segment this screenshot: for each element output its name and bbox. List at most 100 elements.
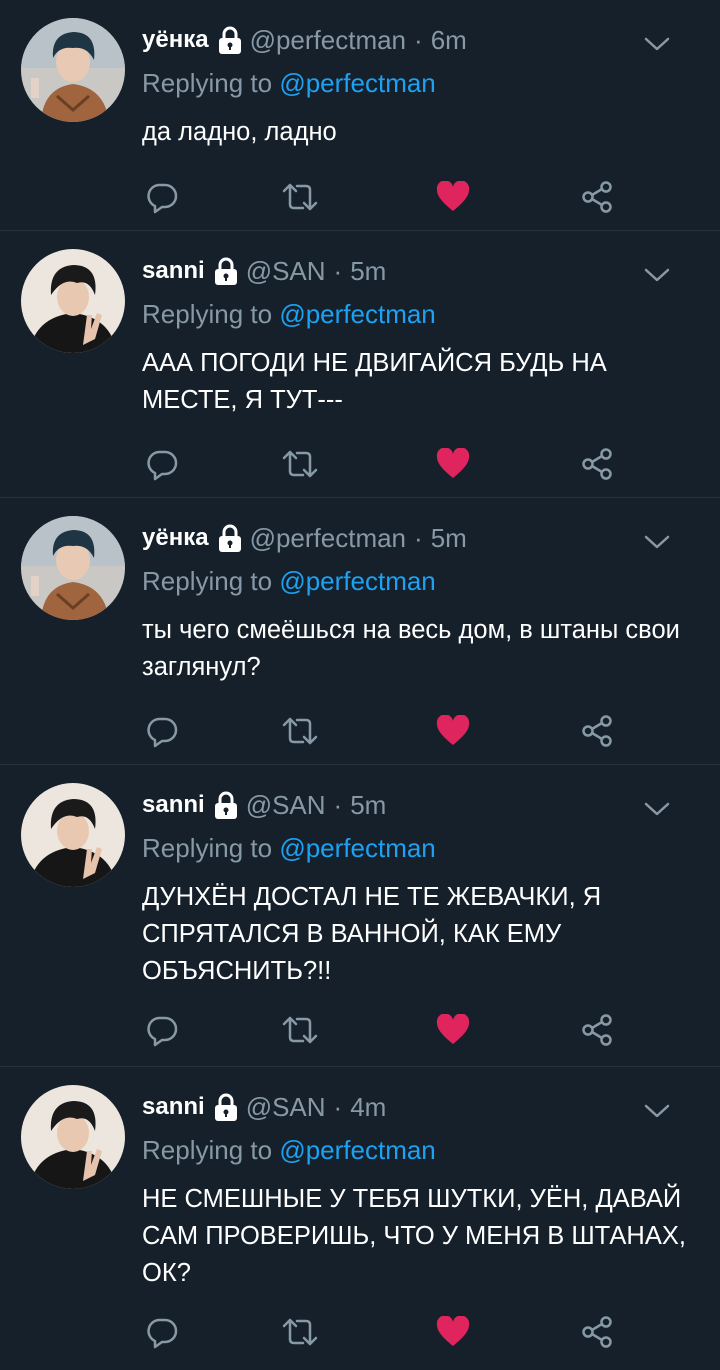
retweet-button[interactable] [280,444,320,484]
retweet-icon [282,1318,318,1346]
display-name[interactable]: sanni [142,257,205,285]
display-name[interactable]: sanni [142,1093,205,1121]
separator-dot: · [333,789,343,820]
reply-button[interactable] [142,444,182,484]
tweet-actions [140,177,640,217]
tweet-actions [140,444,640,484]
lock-icon [214,1093,237,1121]
replying-to-label: Replying to [142,566,273,596]
tweet-header: уёнка @perfectman · 6m [142,22,467,58]
share-icon [582,181,612,213]
replying-to: Replying to @perfectman [142,1135,436,1166]
avatar[interactable] [21,516,125,620]
display-name[interactable]: уёнка [142,26,209,54]
like-button[interactable] [433,1010,473,1050]
share-icon [582,1014,612,1046]
retweet-icon [282,1016,318,1044]
timestamp[interactable]: 5m [350,790,386,821]
retweet-button[interactable] [280,1010,320,1050]
retweet-button[interactable] [280,177,320,217]
chevron-down-icon[interactable] [644,36,670,52]
tweet-text: ДУНХЁН ДОСТАЛ НЕ ТЕ ЖЕВАЧКИ, Я СПРЯТАЛСЯ… [142,883,602,985]
reply-button[interactable] [142,711,182,751]
tweet-text: ты чего смеёшься на весь дом, в штаны св… [142,616,680,681]
retweet-button[interactable] [280,711,320,751]
tweet-header: sanni @SAN · 4m [142,1089,386,1125]
tweet-header: sanni @SAN · 5m [142,253,386,289]
replying-to-link[interactable]: @perfectman [279,68,435,98]
handle[interactable]: @SAN [246,1092,326,1123]
retweet-icon [282,717,318,745]
lock-icon [218,524,241,552]
retweet-icon [282,183,318,211]
avatar[interactable] [21,249,125,353]
handle[interactable]: @perfectman [250,523,406,554]
timestamp[interactable]: 5m [431,523,467,554]
separator-dot: · [333,255,343,286]
timestamp[interactable]: 5m [350,256,386,287]
reply-icon [147,717,178,748]
reply-icon [147,1318,178,1349]
share-button[interactable] [577,444,617,484]
timestamp[interactable]: 6m [431,25,467,56]
chevron-down-icon[interactable] [644,534,670,550]
like-button[interactable] [433,1312,473,1352]
display-name[interactable]: уёнка [142,524,209,552]
retweet-button[interactable] [280,1312,320,1352]
replying-to-label: Replying to [142,833,273,863]
share-button[interactable] [577,1010,617,1050]
avatar[interactable] [21,783,125,887]
tweet-header: sanni @SAN · 5m [142,787,386,823]
share-button[interactable] [577,1312,617,1352]
lock-icon [214,257,237,285]
share-icon [582,1316,612,1348]
share-button[interactable] [577,711,617,751]
replying-to-link[interactable]: @perfectman [279,833,435,863]
replying-to-link[interactable]: @perfectman [279,566,435,596]
share-icon [582,448,612,480]
retweet-icon [282,450,318,478]
lock-icon [218,26,241,54]
tweet[interactable]: sanni @SAN · 5m Replying to @perfectman … [0,765,720,1067]
separator-dot: · [414,24,423,55]
tweet-actions [140,1312,640,1352]
tweet[interactable]: sanni @SAN · 5m Replying to @perfectman … [0,231,720,498]
heart-icon [436,1014,470,1044]
tweet-actions [140,711,640,751]
heart-icon [436,1316,470,1346]
handle[interactable]: @SAN [246,256,326,287]
tweet-text: НЕ СМЕШНЫЕ У ТЕБЯ ШУТКИ, УЁН, ДАВАЙ САМ … [142,1185,686,1287]
lock-icon [214,791,237,819]
tweet[interactable]: уёнка @perfectman · 6m Replying to @perf… [0,0,720,231]
timeline: уёнка @perfectman · 6m Replying to @perf… [0,0,720,1370]
replying-to-link[interactable]: @perfectman [279,299,435,329]
like-button[interactable] [433,711,473,751]
heart-icon [436,448,470,478]
timestamp[interactable]: 4m [350,1092,386,1123]
share-button[interactable] [577,177,617,217]
chevron-down-icon[interactable] [644,1103,670,1119]
separator-dot: · [333,1091,343,1122]
avatar[interactable] [21,18,125,122]
chevron-down-icon[interactable] [644,267,670,283]
tweet[interactable]: уёнка @perfectman · 5m Replying to @perf… [0,498,720,765]
reply-button[interactable] [142,177,182,217]
handle[interactable]: @perfectman [250,25,406,56]
reply-button[interactable] [142,1010,182,1050]
separator-dot: · [414,522,423,553]
handle[interactable]: @SAN [246,790,326,821]
replying-to-label: Replying to [142,299,273,329]
tweet[interactable]: sanni @SAN · 4m Replying to @perfectman … [0,1067,720,1370]
avatar[interactable] [21,1085,125,1189]
reply-button[interactable] [142,1312,182,1352]
chevron-down-icon[interactable] [644,801,670,817]
replying-to: Replying to @perfectman [142,566,436,597]
tweet-actions [140,1010,640,1050]
display-name[interactable]: sanni [142,791,205,819]
replying-to-link[interactable]: @perfectman [279,1135,435,1165]
replying-to-label: Replying to [142,1135,273,1165]
like-button[interactable] [433,177,473,217]
reply-icon [147,1016,178,1047]
like-button[interactable] [433,444,473,484]
replying-to-label: Replying to [142,68,273,98]
